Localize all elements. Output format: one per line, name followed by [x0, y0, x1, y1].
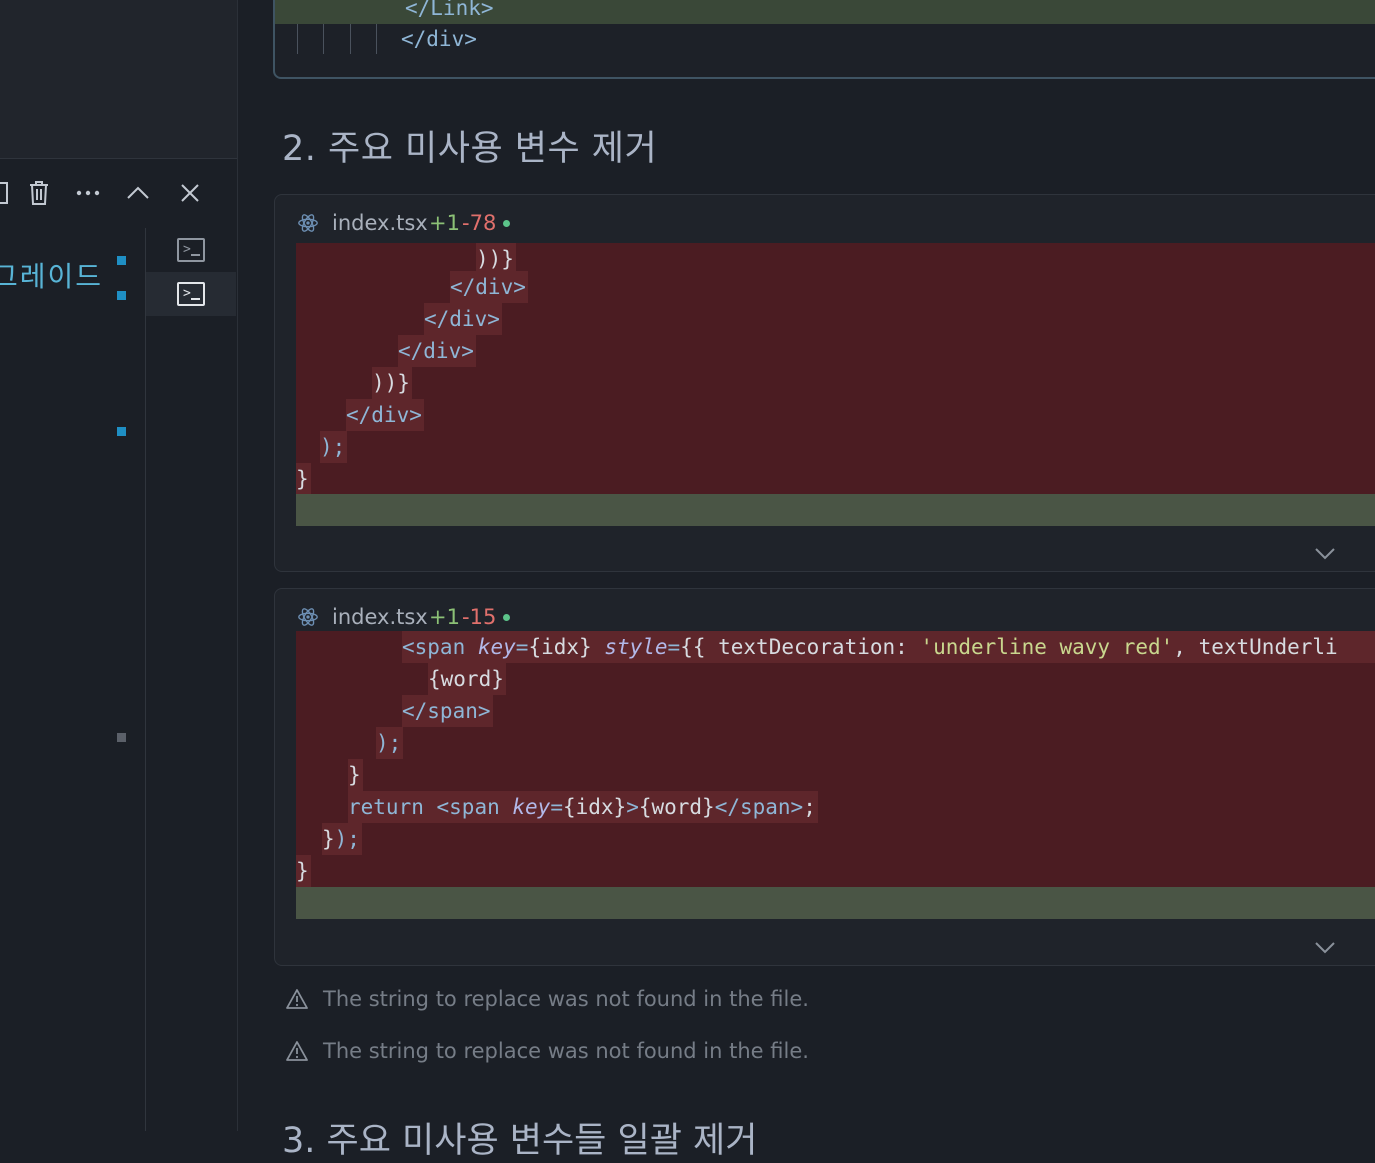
- terminal-marker: [117, 427, 126, 436]
- warning-icon: [286, 989, 308, 1009]
- section-heading: 2. 주요 미사용 변수 제거: [282, 129, 658, 169]
- code-line: </div>: [401, 27, 477, 51]
- diff-card: index.tsx +1 -15 <span key={idx} style={…: [274, 588, 1375, 966]
- deleted-line: ))}: [296, 367, 1375, 399]
- warning-icon: [286, 1041, 308, 1061]
- terminal-marker: [117, 256, 126, 265]
- warning-text: The string to replace was not found in t…: [323, 987, 809, 1011]
- terminal-tab-2[interactable]: >: [146, 272, 236, 316]
- deleted-line: });: [296, 823, 1375, 855]
- ellipsis-icon[interactable]: [73, 170, 103, 216]
- terminal-list-divider: [145, 228, 146, 1131]
- diff-file-name[interactable]: index.tsx: [332, 605, 428, 629]
- deleted-line: {word}: [296, 663, 1375, 695]
- warning-message: The string to replace was not found in t…: [286, 987, 809, 1011]
- react-icon: [298, 608, 318, 626]
- terminal-name-label[interactable]: 그레이드: [0, 255, 103, 295]
- code-line: </Link>: [275, 0, 1375, 24]
- diff-additions: +1: [429, 605, 460, 629]
- panel-toolbar: [0, 170, 237, 220]
- deleted-line: </div>: [296, 303, 1375, 335]
- terminal-marker: [117, 291, 126, 300]
- diff-file-name[interactable]: index.tsx: [332, 211, 428, 235]
- terminal-panel: 그레이드 > >: [0, 0, 238, 1131]
- trash-icon[interactable]: [24, 170, 54, 216]
- status-dot: [503, 220, 510, 227]
- terminal-tab-1[interactable]: >: [146, 228, 236, 272]
- diff-deletions: -78: [462, 211, 497, 235]
- deleted-line: return <span key={idx}>{word}</span>;: [296, 791, 1375, 823]
- deleted-line: </span>: [296, 695, 1375, 727]
- deleted-line: </div>: [296, 271, 1375, 303]
- panel-top-area: [0, 0, 237, 159]
- terminal-marker: [117, 733, 126, 742]
- split-icon[interactable]: [0, 170, 16, 216]
- chat-main: </Link> </div> 2. 주요 미사용 변수 제거 index.tsx…: [238, 0, 1375, 1161]
- warning-message: The string to replace was not found in t…: [286, 1039, 809, 1063]
- chevron-down-icon[interactable]: [1315, 544, 1335, 564]
- code-block: </Link> </div>: [273, 0, 1375, 79]
- terminal-icon: >: [177, 282, 205, 306]
- chevron-down-icon[interactable]: [1315, 938, 1335, 958]
- deleted-line: }: [296, 855, 1375, 887]
- deleted-line: }: [296, 463, 1375, 495]
- chevron-up-icon[interactable]: [123, 170, 153, 216]
- deleted-line: </div>: [296, 335, 1375, 367]
- terminal-icon: >: [177, 238, 205, 262]
- react-icon: [298, 214, 318, 232]
- close-icon[interactable]: [175, 170, 205, 216]
- deleted-line: }: [296, 759, 1375, 791]
- inserted-line: [296, 494, 1375, 526]
- diff-additions: +1: [429, 211, 460, 235]
- section-heading: 3. 주요 미사용 변수들 일괄 제거: [282, 1121, 758, 1161]
- inserted-line: [296, 887, 1375, 919]
- warning-text: The string to replace was not found in t…: [323, 1039, 809, 1063]
- deleted-line: </div>: [296, 399, 1375, 431]
- deleted-line: );: [296, 431, 1375, 463]
- deleted-line: );: [296, 727, 1375, 759]
- status-dot: [503, 614, 510, 621]
- deleted-line: <span key={idx} style={{ textDecoration:…: [296, 631, 1375, 663]
- diff-card: index.tsx +1 -78 ))} </div> </div> </div…: [274, 194, 1375, 572]
- diff-deletions: -15: [462, 605, 497, 629]
